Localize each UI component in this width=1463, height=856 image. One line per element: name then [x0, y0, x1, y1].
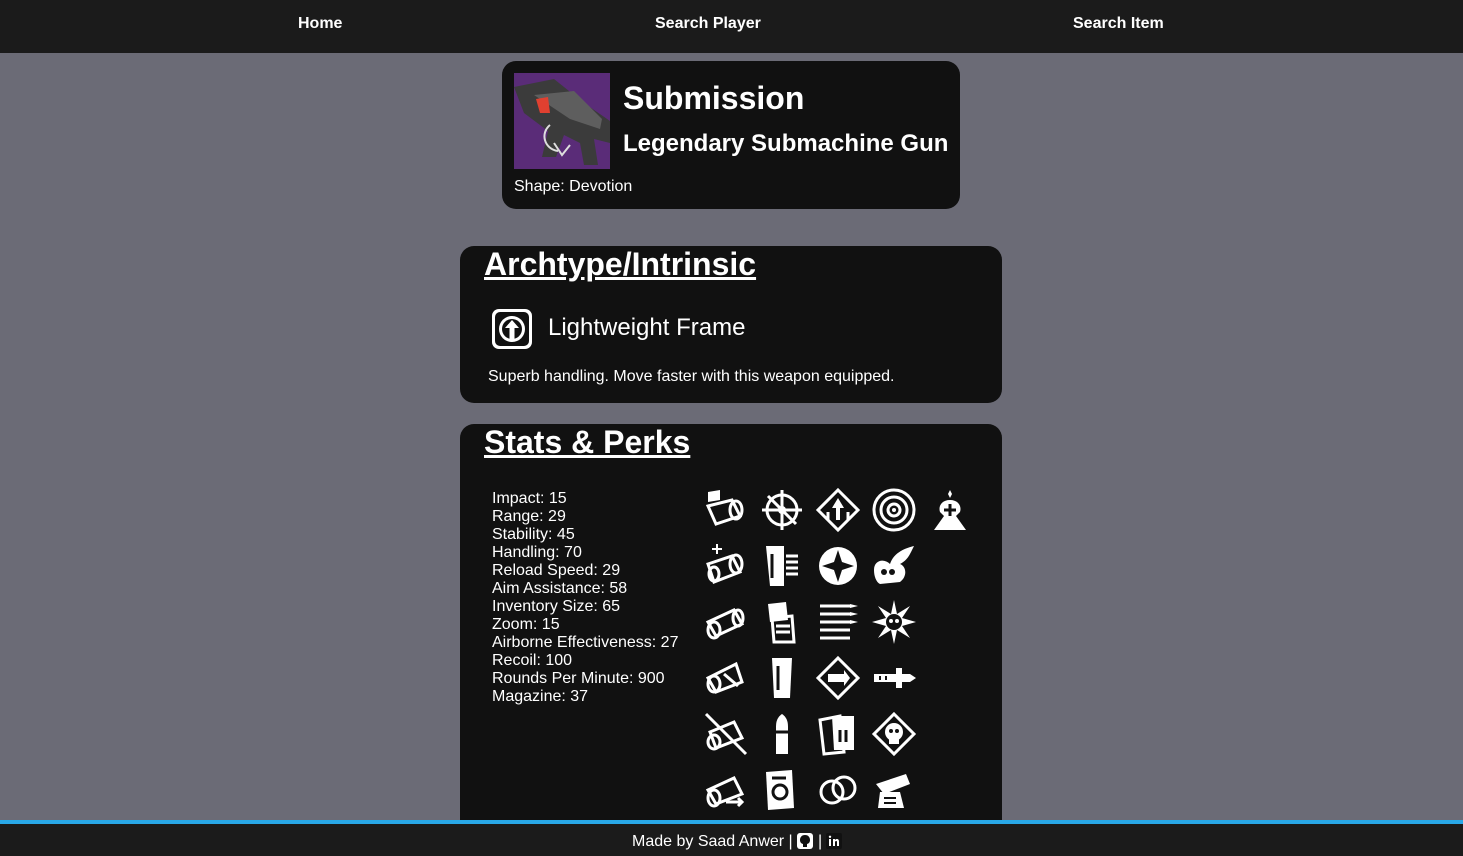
trait-perk-icon[interactable] [870, 542, 918, 590]
magazine-perk-icon[interactable] [758, 766, 806, 814]
stat-aim-assistance: Aim Assistance: 58 [492, 580, 628, 597]
github-icon[interactable] [797, 833, 813, 849]
stat-rounds-per-minute: Rounds Per Minute: 900 [492, 670, 665, 687]
stat-inventory-size: Inventory Size: 65 [492, 598, 621, 615]
stat-magazine: Magazine: 37 [492, 688, 589, 705]
barrel-perk-icon[interactable] [702, 598, 750, 646]
stat-zoom: Zoom: 15 [492, 616, 560, 633]
archetype-card: Archtype/Intrinsic Lightweight Frame Sup… [460, 246, 1002, 403]
barrel-perk-icon[interactable] [702, 710, 750, 758]
trait-perk-icon[interactable] [870, 766, 918, 814]
weapon-shape: Shape: Devotion [514, 178, 633, 195]
nav-search-item-link[interactable]: Search Item [1073, 15, 1164, 33]
weapon-thumbnail [514, 73, 610, 169]
trait-perk-icon[interactable] [870, 486, 918, 534]
trait-perk-icon[interactable] [814, 542, 862, 590]
trait-perk-icon[interactable] [870, 710, 918, 758]
stats-perks-title: Stats & Perks [484, 424, 691, 460]
navbar: Home Search Player Search Item [0, 0, 1463, 53]
nav-search-player-link[interactable]: Search Player [655, 15, 761, 33]
nav-home-link[interactable]: Home [298, 15, 342, 33]
stat-recoil: Recoil: 100 [492, 652, 573, 669]
barrel-perk-icon[interactable] [702, 486, 750, 534]
stat-airborne-effectiveness: Airborne Effectiveness: 27 [492, 634, 679, 651]
trait-perk-icon[interactable] [814, 598, 862, 646]
barrel-perk-icon[interactable] [702, 542, 750, 590]
trait-perk-icon[interactable] [814, 486, 862, 534]
magazine-perk-icon[interactable] [758, 710, 806, 758]
trait-perk-icon[interactable] [870, 654, 918, 702]
magazine-perk-icon[interactable] [758, 598, 806, 646]
stat-reload-speed: Reload Speed: 29 [492, 562, 621, 579]
item-header-card: Submission Legendary Submachine Gun Shap… [502, 61, 960, 209]
trait-perk-icon[interactable] [814, 766, 862, 814]
trait-perk-icon[interactable] [814, 654, 862, 702]
archetype-title: Archtype/Intrinsic [484, 246, 757, 282]
magazine-perk-icon[interactable] [758, 542, 806, 590]
stat-stability: Stability: 45 [492, 526, 575, 543]
linkedin-icon[interactable] [826, 833, 842, 849]
magazine-perk-icon[interactable] [758, 654, 806, 702]
barrel-perk-icon[interactable] [702, 654, 750, 702]
trait-perk-icon[interactable] [814, 710, 862, 758]
stat-handling: Handling: 70 [492, 544, 582, 561]
intrinsic-description: Superb handling. Move faster with this w… [488, 368, 895, 385]
weapon-name: Submission [623, 80, 805, 116]
trait-perk-icon[interactable] [870, 598, 918, 646]
magazine-perk-icon[interactable] [758, 486, 806, 534]
barrel-perk-icon[interactable] [702, 766, 750, 814]
footer-credit: Made by Saad Anwer | [632, 833, 793, 850]
intrinsic-name: Lightweight Frame [548, 314, 746, 341]
weapon-type: Legendary Submachine Gun [623, 130, 949, 157]
stats-list: Impact: 15 Range: 29 Stability: 45 Handl… [492, 490, 678, 706]
origin-perk-icon[interactable] [926, 486, 974, 534]
lightweight-frame-icon[interactable] [491, 308, 533, 350]
footer: Made by Saad Anwer | | [0, 820, 1463, 856]
footer-separator: | [818, 833, 823, 850]
stats-perks-card: Stats & Perks Impact: 15 Range: 29 Stabi… [460, 424, 1002, 844]
stat-impact: Impact: 15 [492, 490, 567, 507]
stat-range: Range: 29 [492, 508, 566, 525]
